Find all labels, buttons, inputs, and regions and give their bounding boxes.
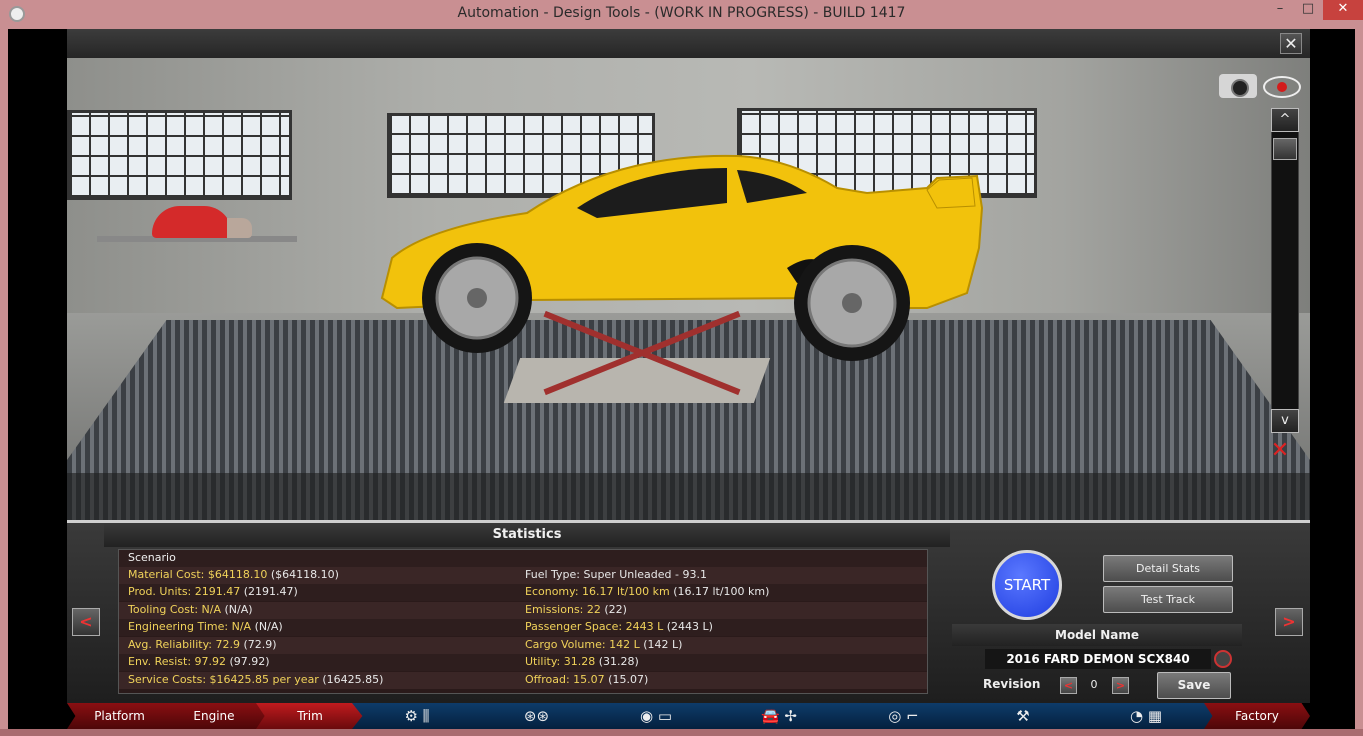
start-button[interactable]: START (992, 550, 1062, 620)
tab-trim[interactable]: Trim (256, 703, 364, 729)
wheels-icon: ⊛⊛ (523, 707, 550, 725)
title-bar: Automation - Design Tools - (WORK IN PRO… (0, 0, 1363, 29)
tab-platform[interactable]: Platform (67, 703, 172, 729)
background-clay-model (227, 218, 252, 238)
floor-shadow (67, 473, 1310, 520)
background-car-model (152, 206, 232, 238)
table-row: Prod. Units: 2191.47 (2191.47) Economy: … (119, 584, 927, 601)
detail-stats-button[interactable]: Detail Stats (1103, 555, 1233, 582)
table-row: Avg. Reliability: 72.9 (72.9) Cargo Volu… (119, 637, 927, 654)
test-finish-icon: ◔ ▦ (1129, 707, 1163, 725)
maximize-button[interactable]: □ (1295, 0, 1321, 20)
table-row: Env. Resist: 97.92 (97.92) Utility: 31.2… (119, 654, 927, 671)
tab-aero[interactable]: 🚘 ✢ (709, 703, 849, 729)
stat-service-costs: Service Costs: $16425.85 per year (16425… (128, 673, 384, 686)
revision-value: 0 (1090, 678, 1098, 691)
table-row: Engineering Time: N/A (N/A) Passenger Sp… (119, 619, 927, 636)
car-fan-icon: 🚘 ✢ (760, 707, 797, 725)
window-border-left (0, 29, 8, 736)
statistics-header: Statistics (104, 523, 950, 547)
car-3d-viewport[interactable]: ^ v ✕ (67, 58, 1310, 520)
randomize-name-icon[interactable] (1214, 650, 1232, 668)
minimize-button[interactable]: – (1267, 0, 1293, 20)
stat-utility: Utility: 31.28 (31.28) (525, 655, 639, 668)
eye-icon[interactable] (1263, 76, 1301, 98)
window-title: Automation - Design Tools - (WORK IN PRO… (457, 5, 906, 21)
statistics-table: Scenario Material Cost: $64118.10 ($6411… (118, 549, 928, 694)
stat-tooling-cost: Tooling Cost: N/A (N/A) (128, 603, 253, 616)
tab-interior[interactable]: ◎ ⌐ (837, 703, 970, 729)
window-border-right (1355, 29, 1363, 736)
suspension-icon: ⚒ (1016, 707, 1030, 725)
table-row: Material Cost: $64118.10 ($64118.10) Fue… (119, 567, 927, 584)
garage-window (67, 110, 292, 200)
stat-offroad: Offroad: 15.07 (15.07) (525, 673, 649, 686)
interior-icon: ◎ ⌐ (888, 707, 919, 725)
scroll-up-button[interactable]: ^ (1271, 108, 1299, 132)
stat-fuel-type: Fuel Type: Super Unleaded - 93.1 (525, 568, 707, 581)
tab-wheels[interactable]: ⊛⊛ (470, 703, 603, 729)
scroll-down-button[interactable]: v (1271, 409, 1299, 433)
stat-material-cost: Material Cost: $64118.10 ($64118.10) (128, 568, 339, 581)
tab-factory[interactable]: Factory (1204, 703, 1310, 729)
stat-emissions: Emissions: 22 (22) (525, 603, 627, 616)
stat-passenger-space: Passenger Space: 2443 L (2443 L) (525, 620, 713, 633)
revision-increment-button[interactable]: > (1112, 677, 1129, 694)
revision-decrement-button[interactable]: < (1060, 677, 1077, 694)
previous-page-button[interactable]: < (72, 608, 100, 636)
viewport-top-bar (67, 29, 1310, 58)
window-close-button[interactable]: ✕ (1323, 0, 1363, 20)
engine-parts-icon: ⚙ ⫼ (404, 707, 430, 725)
body-icon: ◉ ▭ (639, 707, 673, 725)
stat-env-resist: Env. Resist: 97.92 (97.92) (128, 655, 270, 668)
save-button[interactable]: Save (1157, 672, 1231, 699)
scenario-label: Scenario (128, 551, 176, 564)
model-name-input[interactable] (985, 649, 1211, 669)
table-row: Scenario (119, 550, 927, 567)
test-track-button[interactable]: Test Track (1103, 586, 1233, 613)
tab-suspension[interactable]: ⚒ (958, 703, 1088, 729)
camera-icon[interactable] (1219, 74, 1257, 98)
model-name-label: Model Name (952, 624, 1242, 646)
viewport-close-button[interactable]: ✕ (1280, 33, 1302, 54)
tab-body[interactable]: ◉ ▭ (591, 703, 721, 729)
revision-label: Revision (983, 677, 1041, 691)
stat-avg-reliability: Avg. Reliability: 72.9 (72.9) (128, 638, 277, 651)
scroll-thumb[interactable] (1273, 138, 1297, 160)
stat-engineering-time: Engineering Time: N/A (N/A) (128, 620, 283, 633)
stat-cargo-volume: Cargo Volume: 142 L (142 L) (525, 638, 683, 651)
car-model[interactable] (367, 148, 997, 378)
stat-economy: Economy: 16.17 lt/100 km (16.17 lt/100 k… (525, 585, 770, 598)
tab-engine[interactable]: Engine (160, 703, 268, 729)
os-taskbar (0, 729, 1363, 736)
table-row: Tooling Cost: N/A (N/A) Emissions: 22 (2… (119, 602, 927, 619)
stat-prod-units: Prod. Units: 2191.47 (2191.47) (128, 585, 298, 598)
tab-testing[interactable]: ◔ ▦ (1076, 703, 1216, 729)
table-row: Service Costs: $16425.85 per year (16425… (119, 672, 927, 689)
tab-engine-parts[interactable]: ⚙ ⫼ (352, 703, 482, 729)
reset-camera-icon[interactable]: ✕ (1262, 438, 1298, 466)
next-page-button[interactable]: > (1275, 608, 1303, 636)
